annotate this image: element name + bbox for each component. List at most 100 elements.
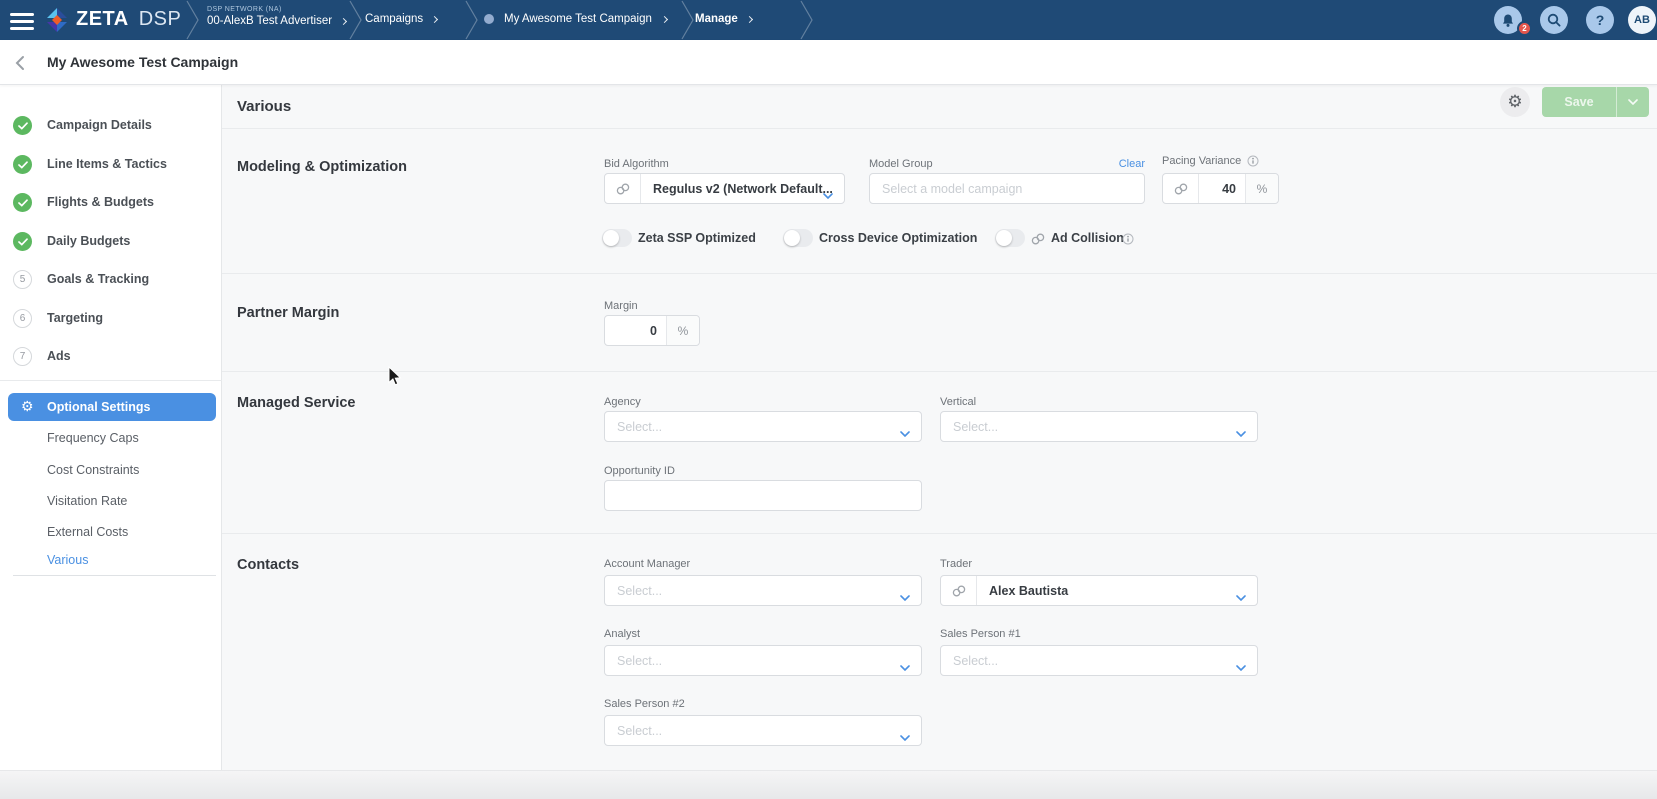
gear-icon: ⚙ xyxy=(21,398,34,415)
settings-gear-button[interactable]: ⚙ xyxy=(1500,87,1530,117)
sidebar-item-label: Goals & Tracking xyxy=(47,270,149,289)
chevron-down-icon xyxy=(1236,658,1246,676)
sidebar-item-optional-settings[interactable]: ⚙ Optional Settings xyxy=(8,393,216,421)
zeta-ssp-optimized-label: Zeta SSP Optimized xyxy=(638,231,756,245)
user-avatar[interactable]: AB xyxy=(1628,6,1656,34)
trader-label: Trader xyxy=(940,558,972,570)
breadcrumb-campaigns[interactable]: Campaigns xyxy=(365,13,437,25)
page-title: My Awesome Test Campaign xyxy=(47,54,238,70)
sidebar-item-daily-budgets[interactable]: Daily Budgets xyxy=(0,232,222,251)
sidebar-item-ads[interactable]: 7 Ads xyxy=(0,347,222,366)
sidebar-item-flights-budgets[interactable]: Flights & Budgets xyxy=(0,193,222,212)
model-group-clear-link[interactable]: Clear xyxy=(1095,158,1145,170)
vertical-label: Vertical xyxy=(940,396,976,408)
mouse-cursor xyxy=(388,366,404,387)
sales-person-2-placeholder: Select... xyxy=(605,724,662,738)
sidebar-item-cost-constraints[interactable]: Cost Constraints xyxy=(47,462,139,478)
cross-device-optimization-toggle[interactable] xyxy=(783,229,813,247)
sales-person-1-select[interactable]: Select... xyxy=(940,645,1258,676)
pacing-variance-unit: % xyxy=(1245,174,1278,203)
gear-icon: ⚙ xyxy=(1507,92,1522,112)
sidebar-item-targeting[interactable]: 6 Targeting xyxy=(0,309,222,328)
chevron-down-icon xyxy=(900,424,910,442)
vertical-placeholder: Select... xyxy=(941,420,998,434)
back-button[interactable] xyxy=(15,55,25,71)
ad-collision-toggle[interactable] xyxy=(995,229,1025,247)
trader-select[interactable]: Alex Bautista xyxy=(940,575,1258,606)
sidebar-active-underline xyxy=(13,575,216,576)
sidebar-item-goals-tracking[interactable]: 5 Goals & Tracking xyxy=(0,270,222,289)
breadcrumb-separator-icon xyxy=(465,0,479,40)
sidebar-item-various[interactable]: Various xyxy=(47,552,88,568)
zeta-ssp-optimized-toggle[interactable] xyxy=(602,229,632,247)
section-divider xyxy=(222,128,1657,129)
margin-input[interactable]: 0 % xyxy=(604,315,700,346)
bottom-edge-strip xyxy=(0,770,1657,799)
breadcrumb-manage[interactable]: Manage xyxy=(695,13,752,25)
status-dot-icon xyxy=(484,14,494,24)
opportunity-id-label: Opportunity ID xyxy=(604,465,675,477)
sidebar-item-frequency-caps[interactable]: Frequency Caps xyxy=(47,430,139,446)
sidebar-divider xyxy=(0,380,222,381)
sales-person-2-select[interactable]: Select... xyxy=(604,715,922,746)
zeta-logo xyxy=(44,7,70,33)
step-number-badge: 7 xyxy=(13,347,32,366)
chevron-right-icon xyxy=(431,15,438,22)
vertical-select[interactable]: Select... xyxy=(940,411,1258,442)
chevron-down-icon xyxy=(823,186,833,204)
section-title-various: Various xyxy=(237,98,291,115)
breadcrumb-campaign[interactable]: My Awesome Test Campaign xyxy=(484,13,667,25)
bid-algorithm-select[interactable]: Regulus v2 (Network Default... xyxy=(604,173,845,204)
link-icon xyxy=(1163,174,1199,203)
link-icon xyxy=(605,174,641,203)
breadcrumb-separator-icon xyxy=(186,0,200,40)
sidebar-item-campaign-details[interactable]: Campaign Details xyxy=(0,116,222,135)
analyst-select[interactable]: Select... xyxy=(604,645,922,676)
question-mark-icon: ? xyxy=(1596,12,1605,28)
analyst-placeholder: Select... xyxy=(605,654,662,668)
margin-value: 0 xyxy=(605,324,666,338)
bid-algorithm-value: Regulus v2 (Network Default... xyxy=(641,182,833,196)
sidebar-item-visitation-rate[interactable]: Visitation Rate xyxy=(47,493,127,509)
save-split-button[interactable]: Save xyxy=(1542,87,1649,117)
section-title-partner-margin: Partner Margin xyxy=(237,305,339,321)
opportunity-id-input[interactable] xyxy=(604,480,922,511)
info-icon xyxy=(1122,233,1134,245)
sales-person-1-placeholder: Select... xyxy=(941,654,998,668)
model-group-label: Model Group xyxy=(869,158,933,170)
model-group-input[interactable]: Select a model campaign xyxy=(869,173,1145,204)
toggle-knob xyxy=(784,230,800,246)
chevron-right-icon xyxy=(340,17,347,24)
chevron-right-icon xyxy=(746,15,753,22)
chevron-down-icon xyxy=(900,588,910,606)
agency-label: Agency xyxy=(604,396,641,408)
section-title-contacts: Contacts xyxy=(237,557,299,573)
pacing-variance-input[interactable]: 40 % xyxy=(1162,173,1279,204)
breadcrumb-advertiser[interactable]: 00-AlexB Test Advertiser xyxy=(207,15,346,27)
menu-icon[interactable] xyxy=(10,13,34,30)
save-button[interactable]: Save xyxy=(1542,87,1616,117)
sidebar-item-line-items[interactable]: Line Items & Tactics xyxy=(0,155,222,174)
save-dropdown-button[interactable] xyxy=(1616,87,1649,117)
model-group-placeholder: Select a model campaign xyxy=(870,182,1022,196)
chevron-down-icon xyxy=(900,728,910,746)
brand-zeta: ZETA xyxy=(76,8,129,30)
sidebar-item-external-costs[interactable]: External Costs xyxy=(47,524,128,540)
breadcrumb-separator-icon xyxy=(800,0,814,40)
breadcrumb: DSP NETWORK (NA) 00-AlexB Test Advertise… xyxy=(207,6,346,27)
sidebar-item-label: Optional Settings xyxy=(47,393,150,421)
breadcrumb-network-label: DSP NETWORK (NA) xyxy=(207,6,346,13)
agency-select[interactable]: Select... xyxy=(604,411,922,442)
account-manager-placeholder: Select... xyxy=(605,584,662,598)
account-manager-select[interactable]: Select... xyxy=(604,575,922,606)
trader-value: Alex Bautista xyxy=(977,584,1068,598)
help-button[interactable]: ? xyxy=(1586,6,1614,34)
step-number-badge: 5 xyxy=(13,270,32,289)
breadcrumb-separator-icon xyxy=(349,0,363,40)
account-manager-label: Account Manager xyxy=(604,558,690,570)
check-icon xyxy=(13,193,32,212)
page-header: My Awesome Test Campaign ⚙ Save xyxy=(0,40,1657,85)
search-button[interactable] xyxy=(1540,6,1568,34)
sidebar-item-label: Targeting xyxy=(47,309,103,328)
breadcrumb-campaign-label: My Awesome Test Campaign xyxy=(504,13,652,25)
